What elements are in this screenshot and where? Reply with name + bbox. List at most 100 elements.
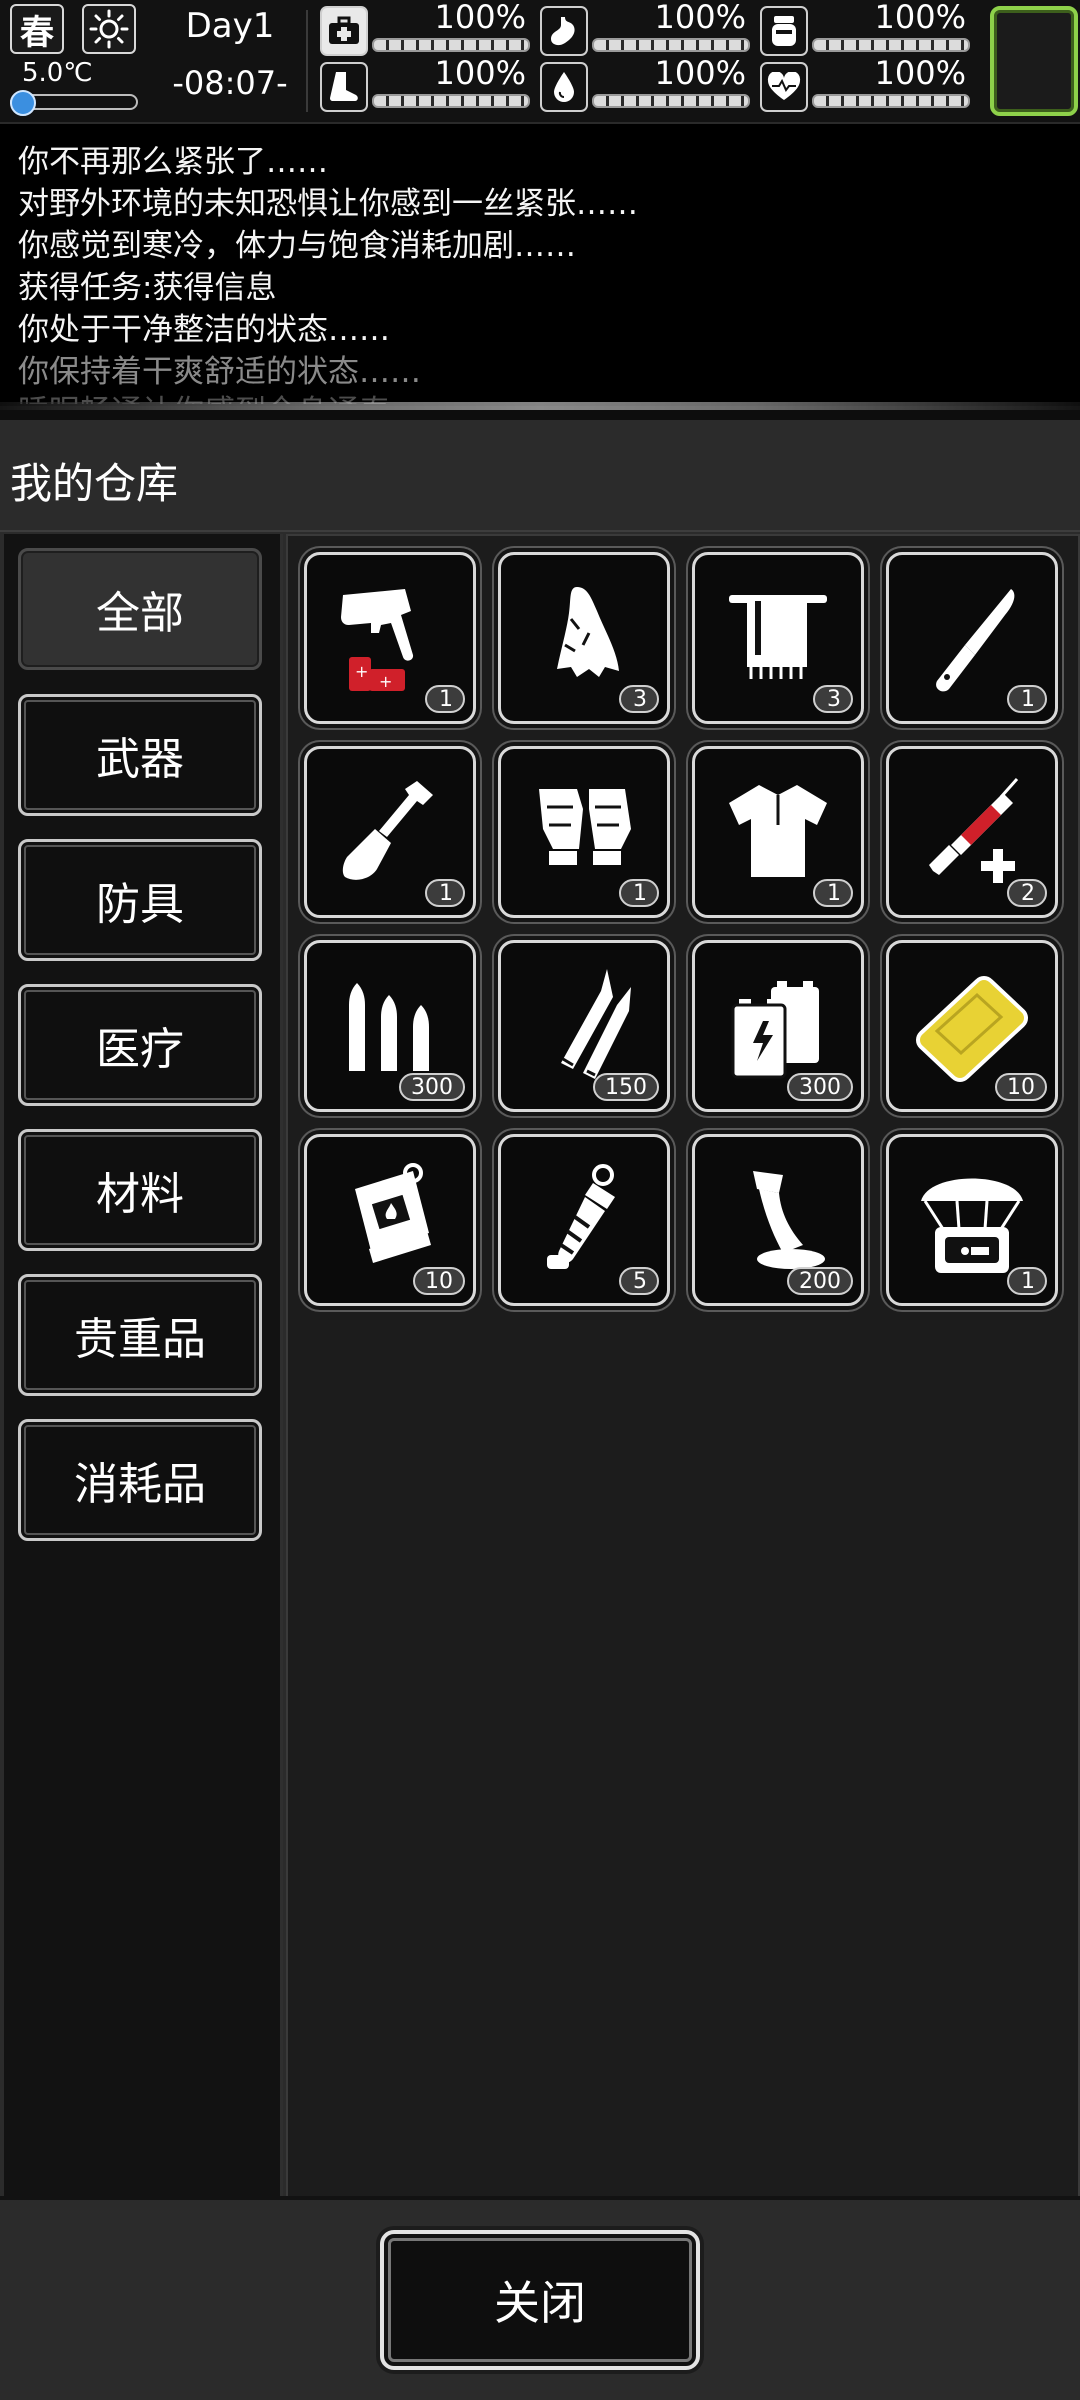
item-slot-bullets[interactable]: 300 [304,940,476,1112]
stat-stamina-value: 100% [434,54,526,92]
divider [0,530,1080,532]
fuel-can-icon [355,1163,431,1263]
item-slot-gloves[interactable]: 1 [498,746,670,918]
jar-icon [760,6,808,56]
item-qty: 300 [399,1073,465,1101]
log-line: 你不再那么紧张了…… [18,144,328,180]
grenade-icon [547,1164,615,1269]
item-slot-fuel-can[interactable]: 10 [304,1134,476,1306]
glue-icon [753,1171,825,1269]
towel-icon [729,595,827,679]
stat-hunger-bar [592,38,750,52]
tab-valuables[interactable]: 贵重品 [18,1274,262,1396]
day-label: Day1 [185,6,275,46]
message-log[interactable]: 你不再那么紧张了…… 对野外环境的未知恐惧让你感到一丝紧张…… 你感觉到寒冷，体… [0,124,1080,406]
svg-text:+: + [355,662,368,681]
item-qty: 300 [787,1073,853,1101]
stat-thirst-bar [592,94,750,108]
knife-icon [936,589,1015,692]
item-qty: 10 [995,1073,1047,1101]
item-slot-shovel[interactable]: 1 [304,746,476,918]
item-qty: 1 [425,879,465,907]
item-slot-gold-bar[interactable]: 10 [886,940,1058,1112]
item-slot-shirt[interactable]: 1 [692,746,864,918]
torn-cloth-icon [557,587,619,677]
rifle-rounds-icon [561,969,631,1079]
tab-consumables[interactable]: 消耗品 [18,1419,262,1541]
equipment-slot[interactable] [990,6,1078,116]
svg-text:+: + [379,672,392,691]
season-badge: 春 [10,4,64,54]
item-qty: 1 [619,879,659,907]
log-line: 你感觉到寒冷，体力与饱食消耗加剧…… [18,228,576,264]
temperature-text: 5.0℃ [22,58,93,88]
item-slot-rifle-rounds[interactable]: 150 [498,940,670,1112]
item-qty: 1 [1007,1267,1047,1295]
item-qty: 5 [619,1267,659,1295]
tab-materials[interactable]: 材料 [18,1129,262,1251]
warehouse-panel: 我的仓库 全部 武器 防具 医疗 材料 贵重品 消耗品 + + 1 3 3 1 … [0,420,1080,2400]
shirt-icon [729,785,827,877]
item-slot-glue[interactable]: 200 [692,1134,864,1306]
log-line: 对野外环境的未知恐惧让你感到一丝紧张…… [18,186,638,222]
thermometer-icon [10,90,36,116]
item-slot-grenade[interactable]: 5 [498,1134,670,1306]
stat-thirst: 100% [540,54,750,112]
stat-mood-value: 100% [874,0,966,36]
tab-medical[interactable]: 医疗 [18,984,262,1106]
flare-gun-icon: + + [341,589,414,691]
stat-stamina-bar [372,94,530,108]
stat-heart-value: 100% [874,54,966,92]
close-button[interactable]: 关闭 [380,2230,700,2370]
item-grid: + + 1 3 3 1 1 1 1 2 300 150 300 10 10 5 … [286,534,1080,2200]
time-label: -08:07- [172,64,288,102]
stat-mood: 100% [760,0,970,56]
water-drop-icon [540,62,588,112]
item-qty: 3 [813,685,853,713]
item-slot-towel[interactable]: 3 [692,552,864,724]
boot-icon [320,62,368,112]
sun-icon [82,4,136,54]
item-qty: 10 [413,1267,465,1295]
category-sidebar: 全部 武器 防具 医疗 材料 贵重品 消耗品 [4,534,283,2196]
battery-icon [731,981,819,1079]
item-slot-battery[interactable]: 300 [692,940,864,1112]
panel-title: 我的仓库 [10,459,179,508]
stat-thirst-value: 100% [654,54,746,92]
airdrop-crate-icon [921,1178,1023,1273]
stat-stamina: 100% [320,54,530,112]
syringe-icon [929,778,1019,883]
divider [0,2196,1080,2200]
stat-hunger-value: 100% [654,0,746,36]
divider [306,10,308,112]
log-line: 你处于干净整洁的状态…… [18,312,390,348]
status-bar: 春 5.0℃ Day1 -08:07- 100% 100% 100% 100% … [0,0,1080,124]
gold-bar-icon [916,976,1028,1082]
temperature-gauge [10,90,138,116]
gloves-icon [539,789,631,865]
stat-heart-bar [812,94,970,108]
stat-hunger: 100% [540,0,750,56]
item-qty: 3 [619,685,659,713]
tab-armor[interactable]: 防具 [18,839,262,961]
heart-icon [760,62,808,112]
item-qty: 1 [1007,685,1047,713]
item-slot-torn-cloth[interactable]: 3 [498,552,670,724]
item-slot-airdrop[interactable]: 1 [886,1134,1058,1306]
item-qty: 200 [787,1267,853,1295]
stat-mood-bar [812,38,970,52]
item-slot-flare-gun[interactable]: + + 1 [304,552,476,724]
stomach-icon [540,6,588,56]
item-slot-knife[interactable]: 1 [886,552,1058,724]
shovel-icon [342,781,433,880]
item-qty: 2 [1007,879,1047,907]
stat-health-bar [372,38,530,52]
stat-health-value: 100% [434,0,526,36]
tab-all[interactable]: 全部 [18,548,262,670]
log-line: 你保持着干爽舒适的状态…… [18,354,421,390]
item-qty: 1 [813,879,853,907]
tab-weapons[interactable]: 武器 [18,694,262,816]
item-slot-syringe[interactable]: 2 [886,746,1058,918]
bullets-icon [349,983,429,1071]
stat-health: 100% [320,0,530,56]
